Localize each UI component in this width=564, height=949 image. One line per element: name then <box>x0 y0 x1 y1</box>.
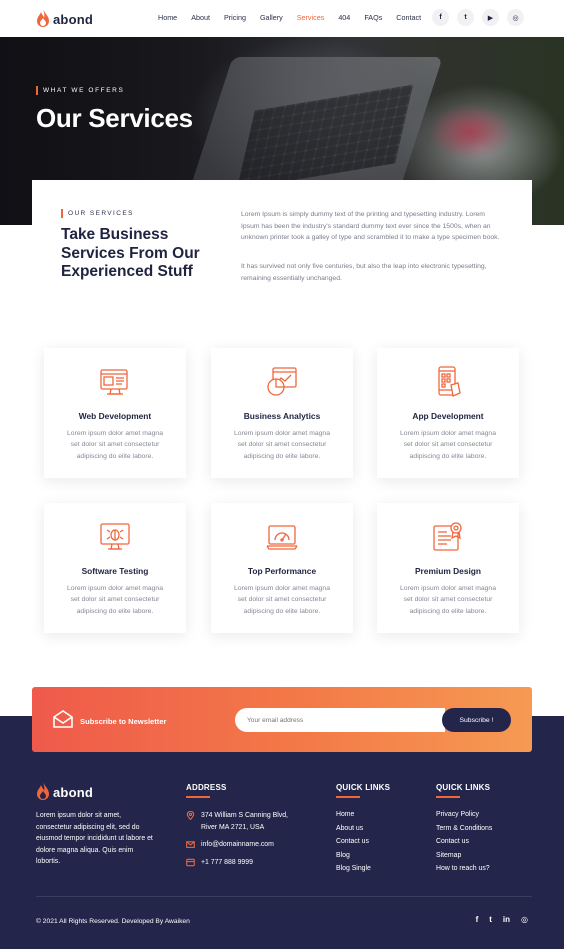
bug-testing-icon <box>100 523 130 550</box>
nav-pricing[interactable]: Pricing <box>224 13 246 22</box>
web-development-icon <box>100 369 128 395</box>
location-pin-icon <box>186 811 195 820</box>
hero-kicker-text: WHAT WE OFFERS <box>43 87 125 94</box>
instagram-icon[interactable]: ◎ <box>507 9 524 26</box>
kicker-bar <box>36 86 38 95</box>
service-description: Lorem ipsum dolor amet magna set dolor s… <box>400 585 496 615</box>
flame-logo-icon <box>37 9 49 27</box>
nav-services[interactable]: Services <box>297 13 325 22</box>
intro-paragraph-2: It has survived not only five centuries,… <box>241 263 487 282</box>
flame-logo-icon <box>37 782 49 800</box>
service-card-app-development[interactable]: App Development Lorem ipsum dolor amet m… <box>377 348 519 478</box>
instagram-icon[interactable]: ◎ <box>521 915 528 924</box>
subscribe-button[interactable]: Subscribe ! <box>442 708 511 732</box>
speedometer-icon <box>266 525 298 550</box>
service-title: Premium Design <box>414 566 482 576</box>
section-kicker: OUR SERVICES <box>61 209 134 218</box>
youtube-icon[interactable]: ▶ <box>482 9 499 26</box>
service-description: Lorem ipsum dolor amet magna set dolor s… <box>67 585 163 615</box>
footer-quick-links-title-2: QUICK LINKS <box>436 783 491 798</box>
site-header: abond Home About Pricing Gallery Service… <box>0 0 564 37</box>
email-icon <box>186 841 195 848</box>
section-kicker-text: OUR SERVICES <box>68 210 134 217</box>
footer-link-home[interactable]: Home <box>336 811 354 818</box>
footer-logo[interactable]: abond <box>36 782 93 802</box>
footer-address: 374 William S Canning Blvd, River MA 272… <box>186 810 304 833</box>
nav-home[interactable]: Home <box>158 13 177 22</box>
service-description: Lorem ipsum dolor amet magna set dolor s… <box>400 430 496 460</box>
footer-link-about[interactable]: About us <box>336 825 363 832</box>
footer-link-terms[interactable]: Term & Conditions <box>436 825 492 832</box>
kicker-bar <box>61 209 63 218</box>
service-description: Lorem ipsum dolor amet magna set dolor s… <box>67 430 163 460</box>
service-title: Web Development <box>78 411 152 421</box>
logo-text: abond <box>53 11 93 27</box>
twitter-icon[interactable]: t <box>457 9 474 26</box>
service-card-premium-design[interactable]: Premium Design Lorem ipsum dolor amet ma… <box>377 503 519 633</box>
footer-link-privacy[interactable]: Privacy Policy <box>436 811 479 818</box>
service-card-business-analytics[interactable]: Business Analytics Lorem ipsum dolor ame… <box>211 348 353 478</box>
footer-link-blog-single[interactable]: Blog Single <box>336 865 371 872</box>
phone-icon <box>186 858 195 867</box>
nav-gallery[interactable]: Gallery <box>260 13 283 22</box>
footer-about-text: Lorem ipsum dolor sit amet, consectetur … <box>36 812 153 866</box>
newsletter-label: Subscribe to Newsletter <box>80 717 167 726</box>
twitter-icon[interactable]: t <box>489 915 492 924</box>
main-nav: Home About Pricing Gallery Services 404 … <box>158 13 435 22</box>
analytics-icon <box>267 367 297 396</box>
footer-phone-text: +1 777 888 9999 <box>201 859 253 866</box>
design-certificate-icon <box>433 522 462 551</box>
service-description: Lorem ipsum dolor amet magna set dolor s… <box>234 430 330 460</box>
footer-quick-links-1: Home About us Contact us Blog Blog Singl… <box>336 808 371 876</box>
footer-link-contact-2[interactable]: Contact us <box>436 838 469 845</box>
linkedin-icon[interactable]: in <box>503 915 510 924</box>
footer-quick-links-title-1: QUICK LINKS <box>336 783 391 798</box>
footer-social-links: f t in ◎ <box>476 915 528 924</box>
footer-logo-text: abond <box>53 784 93 800</box>
nav-faqs[interactable]: FAQs <box>364 13 382 22</box>
header-social-links: f t ▶ ◎ <box>432 9 524 26</box>
footer-email[interactable]: info@domainname.com <box>186 839 274 851</box>
footer-email-text: info@domainname.com <box>201 841 274 848</box>
page-title: Our Services <box>36 103 193 133</box>
footer-link-reach-us[interactable]: How to reach us? <box>436 865 490 872</box>
logo[interactable]: abond <box>36 9 93 29</box>
copyright-text: © 2021 All Rights Reserved. Developed By… <box>36 918 190 925</box>
service-title: App Development <box>412 411 484 421</box>
nav-contact[interactable]: Contact <box>396 13 421 22</box>
envelope-icon <box>53 710 73 728</box>
newsletter-banner: Subscribe to Newsletter Subscribe ! <box>32 687 532 752</box>
service-card-web-development[interactable]: Web Development Lorem ipsum dolor amet m… <box>44 348 186 478</box>
service-card-top-performance[interactable]: Top Performance Lorem ipsum dolor amet m… <box>211 503 353 633</box>
service-title: Software Testing <box>81 566 149 576</box>
nav-about[interactable]: About <box>191 13 210 22</box>
footer-divider <box>36 896 532 897</box>
footer-link-contact[interactable]: Contact us <box>336 838 369 845</box>
hero-kicker: WHAT WE OFFERS <box>36 86 124 95</box>
intro-paragraph-1: Lorem Ipsum is simply dummy text of the … <box>241 211 500 242</box>
facebook-icon[interactable]: f <box>476 915 479 924</box>
footer-phone[interactable]: +1 777 888 9999 <box>186 857 253 869</box>
service-title: Business Analytics <box>243 411 321 421</box>
mobile-app-icon <box>438 366 461 397</box>
intro-card: OUR SERVICES Take Business Services From… <box>32 180 532 308</box>
service-card-software-testing[interactable]: Software Testing Lorem ipsum dolor amet … <box>44 503 186 633</box>
nav-404[interactable]: 404 <box>338 13 350 22</box>
facebook-icon[interactable]: f <box>432 9 449 26</box>
footer-address-text: 374 William S Canning Blvd, River MA 272… <box>201 812 288 831</box>
section-title: Take Business Services From Our Experien… <box>61 226 200 280</box>
service-description: Lorem ipsum dolor amet magna set dolor s… <box>234 585 330 615</box>
footer-quick-links-2: Privacy Policy Term & Conditions Contact… <box>436 808 492 876</box>
footer-link-blog[interactable]: Blog <box>336 852 350 859</box>
newsletter-email-input[interactable] <box>235 708 445 732</box>
footer-address-title: ADDRESS <box>186 783 227 798</box>
footer-link-sitemap[interactable]: Sitemap <box>436 852 461 859</box>
service-title: Top Performance <box>247 566 317 576</box>
